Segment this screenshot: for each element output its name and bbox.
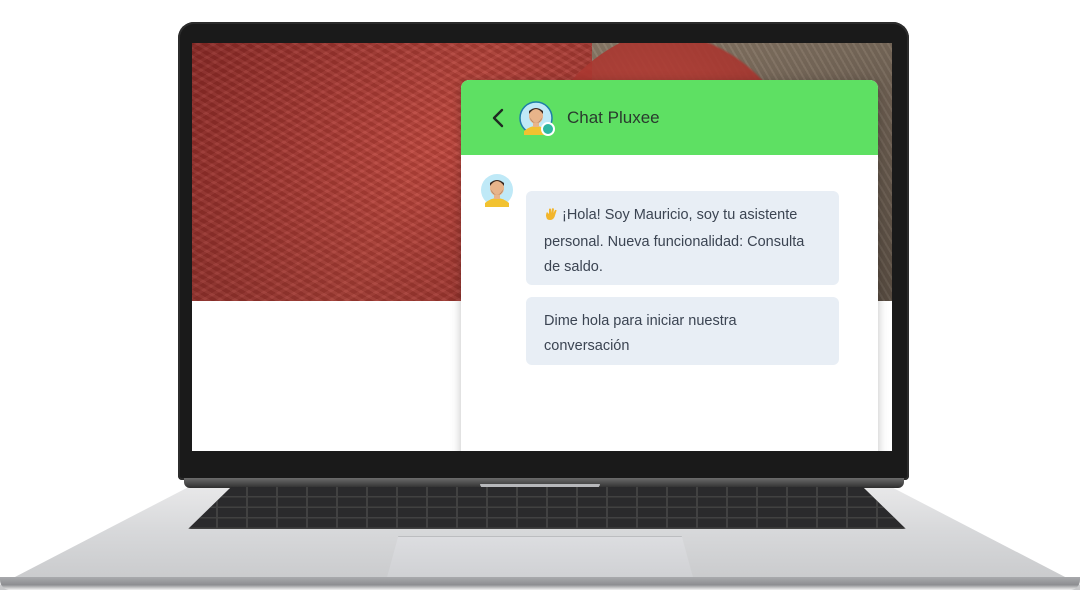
chat-message: ¡Hola! Soy Mauricio, soy tu asistente pe… [526, 191, 839, 285]
chat-body: ¡Hola! Soy Mauricio, soy tu asistente pe… [461, 155, 878, 451]
laptop-screen: Chat Pluxee ¡Hola! Soy Mauricio, soy tu … [192, 43, 892, 451]
bot-avatar-icon [519, 100, 555, 136]
trackpad [386, 536, 694, 581]
chat-widget: Chat Pluxee ¡Hola! Soy Mauricio, soy tu … [461, 80, 878, 451]
waving-hand-icon [544, 205, 558, 230]
chevron-left-icon[interactable] [487, 107, 509, 129]
laptop-base-edge [0, 577, 1080, 590]
keyboard [188, 487, 906, 529]
chat-message-text: Dime hola para iniciar nuestra conversac… [544, 313, 737, 354]
bot-avatar-icon [480, 173, 514, 207]
keyboard-keys [188, 487, 906, 529]
chat-message-text: ¡Hola! Soy Mauricio, soy tu asistente pe… [544, 207, 805, 275]
chat-header: Chat Pluxee [461, 80, 878, 155]
chat-title: Chat Pluxee [567, 107, 660, 127]
chat-message: Dime hola para iniciar nuestra conversac… [526, 297, 839, 365]
laptop-lid: Chat Pluxee ¡Hola! Soy Mauricio, soy tu … [178, 22, 909, 480]
online-status-dot [541, 121, 555, 136]
